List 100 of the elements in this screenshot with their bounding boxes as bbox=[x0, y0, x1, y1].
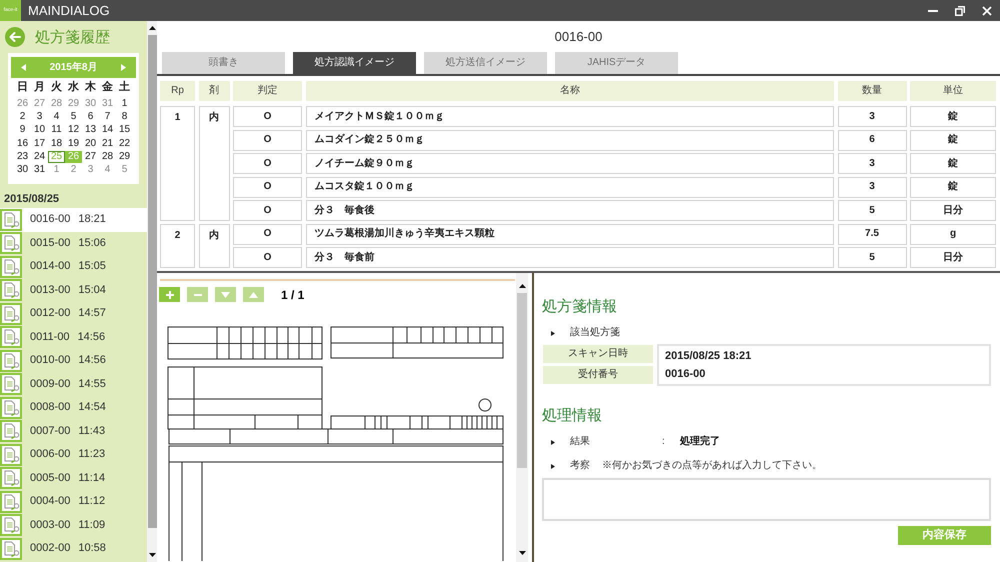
calendar-day[interactable]: 13 bbox=[82, 124, 99, 136]
scroll-up-icon[interactable] bbox=[148, 26, 156, 30]
history-item[interactable]: 0008-00 14:54 bbox=[0, 396, 147, 420]
weekday-label: 火 bbox=[50, 82, 63, 93]
table-cell: ムコダイン錠２５０ｍｇ bbox=[306, 130, 834, 150]
calendar-day[interactable]: 29 bbox=[116, 150, 133, 163]
table-cell: 錠 bbox=[910, 130, 996, 150]
tab[interactable]: 処方認識イメージ bbox=[293, 52, 416, 74]
minimize-icon[interactable] bbox=[928, 10, 938, 12]
calendar-day[interactable]: 1 bbox=[116, 98, 133, 110]
table-cell: O bbox=[233, 247, 302, 268]
remarks-textarea[interactable] bbox=[542, 478, 991, 521]
history-item[interactable]: 0011-00 14:56 bbox=[0, 326, 147, 349]
column-header: 名称 bbox=[306, 81, 834, 101]
calendar-day[interactable]: 27 bbox=[82, 150, 99, 163]
calendar-day[interactable]: 19 bbox=[65, 138, 82, 150]
zoom-in-button[interactable] bbox=[159, 287, 180, 302]
history-item[interactable]: 0002-00 10:58 bbox=[0, 537, 147, 560]
calendar-day[interactable]: 22 bbox=[116, 138, 133, 150]
table-cell: 2 bbox=[160, 224, 195, 268]
field-label: スキャン日時 bbox=[543, 345, 653, 363]
table-cell: 日分 bbox=[910, 247, 996, 268]
history-item[interactable]: 0013-00 15:04 bbox=[0, 278, 147, 302]
scrollbar[interactable] bbox=[147, 21, 157, 562]
record-title: 0016-00 bbox=[554, 30, 602, 43]
calendar-day[interactable]: 26 bbox=[14, 98, 31, 110]
previous-month-icon[interactable] bbox=[21, 64, 26, 71]
bullet-triangle-icon bbox=[551, 330, 555, 336]
restore-icon[interactable] bbox=[955, 6, 965, 16]
document-icon bbox=[0, 467, 22, 490]
scroll-up-icon[interactable] bbox=[518, 284, 526, 288]
history-item[interactable]: 0006-00 11:23 bbox=[0, 443, 147, 466]
tab[interactable]: JAHISデータ bbox=[555, 52, 678, 74]
table-cell: メイアクトＭＳ錠１００ｍｇ bbox=[306, 106, 834, 127]
tab[interactable]: 処方送信イメージ bbox=[424, 52, 547, 74]
history-item[interactable]: 0012-00 14:57 bbox=[0, 302, 147, 326]
calendar-day[interactable]: 21 bbox=[99, 138, 116, 150]
scroll-down-icon[interactable] bbox=[518, 551, 526, 555]
calendar-day[interactable]: 23 bbox=[14, 150, 31, 163]
table-cell: ノイチーム錠９０ｍｇ bbox=[306, 153, 834, 174]
table-cell: O bbox=[233, 130, 302, 150]
history-item[interactable]: 0016-00 18:21 bbox=[0, 208, 147, 232]
calendar-day[interactable]: 31 bbox=[31, 164, 48, 176]
table-cell: 錠 bbox=[910, 176, 996, 198]
table-cell: 錠 bbox=[910, 153, 996, 174]
calendar-day[interactable]: 18 bbox=[48, 138, 65, 150]
calendar-day[interactable]: 11 bbox=[48, 124, 65, 136]
calendar-day[interactable]: 15 bbox=[116, 124, 133, 136]
table-cell: O bbox=[233, 224, 302, 244]
section-heading: 処理情報 bbox=[542, 406, 603, 425]
column-header: 判定 bbox=[233, 81, 302, 101]
sidebar-title: 処方箋履歴 bbox=[35, 30, 110, 44]
calendar-day[interactable]: 2 bbox=[14, 110, 31, 123]
history-item[interactable]: 0010-00 14:56 bbox=[0, 349, 147, 372]
document-icon bbox=[0, 514, 22, 536]
calendar-day[interactable]: 8 bbox=[116, 110, 133, 123]
scroll-down-icon[interactable] bbox=[148, 553, 156, 557]
document-icon bbox=[0, 420, 22, 442]
calendar-day[interactable]: 30 bbox=[14, 164, 31, 176]
document-icon bbox=[0, 326, 22, 348]
calendar-day[interactable]: 9 bbox=[14, 124, 31, 136]
tab[interactable]: 頭書き bbox=[162, 52, 285, 74]
history-item[interactable]: 0015-00 15:06 bbox=[0, 232, 147, 255]
plus-icon bbox=[166, 290, 174, 298]
calendar-day[interactable]: 17 bbox=[31, 138, 48, 150]
calendar-day[interactable]: 10 bbox=[31, 124, 48, 136]
calendar-day[interactable]: 28 bbox=[99, 150, 116, 163]
calendar-day[interactable]: 16 bbox=[14, 138, 31, 150]
calendar-day[interactable]: 3 bbox=[31, 110, 48, 123]
calendar-day[interactable]: 5 bbox=[65, 110, 82, 123]
history-item[interactable]: 0004-00 11:12 bbox=[0, 490, 147, 514]
history-item[interactable]: 0005-00 11:14 bbox=[0, 466, 147, 490]
calendar-day[interactable]: 12 bbox=[65, 124, 82, 136]
table-cell: 1 bbox=[160, 106, 195, 221]
scrollbar-thumb[interactable] bbox=[148, 35, 156, 528]
weekday-label: 金 bbox=[100, 82, 114, 93]
calendar-day[interactable]: 14 bbox=[99, 124, 116, 136]
history-item[interactable]: 0014-00 15:05 bbox=[0, 255, 147, 278]
history-item[interactable]: 0003-00 11:09 bbox=[0, 514, 147, 537]
window-title: MAINDIALOG bbox=[28, 4, 110, 17]
calendar-day[interactable]: 6 bbox=[82, 110, 99, 123]
scrollbar[interactable] bbox=[516, 273, 528, 562]
next-month-icon[interactable] bbox=[121, 64, 126, 71]
page-indicator: 1 / 1 bbox=[281, 288, 304, 300]
result-separator: : bbox=[662, 437, 666, 447]
calendar-day[interactable]: 7 bbox=[99, 110, 116, 123]
calendar-day[interactable]: 20 bbox=[82, 138, 99, 150]
calendar-day[interactable]: 29 bbox=[65, 98, 82, 110]
history-item[interactable]: 0007-00 11:43 bbox=[0, 420, 147, 443]
history-item[interactable]: 0009-00 14:55 bbox=[0, 372, 147, 396]
document-icon bbox=[0, 208, 22, 231]
calendar-day[interactable]: 4 bbox=[48, 110, 65, 123]
bullet-triangle-icon bbox=[551, 440, 555, 444]
weekday-label: 水 bbox=[66, 82, 80, 93]
close-icon[interactable] bbox=[982, 6, 992, 16]
scrollbar-thumb[interactable] bbox=[517, 293, 527, 468]
document-icon bbox=[0, 396, 22, 419]
calendar-day[interactable]: 24 bbox=[31, 150, 48, 163]
calendar-day[interactable]: 31 bbox=[99, 98, 116, 110]
column-header: 単位 bbox=[910, 81, 996, 101]
